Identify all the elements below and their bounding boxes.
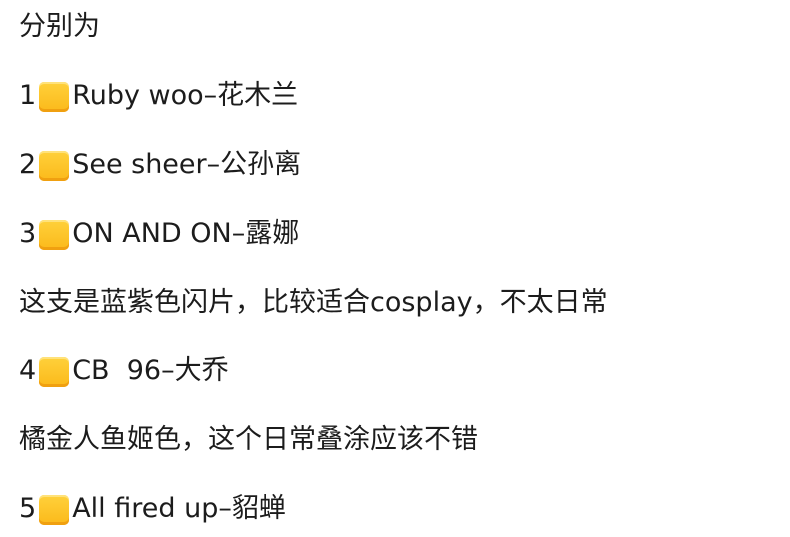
item-number: 3 (19, 218, 37, 249)
list-item-5: 5 All fired up–貂蝉 (19, 489, 286, 529)
list-item-3: 3 ON AND ON–露娜 (19, 214, 299, 254)
orange-square-icon (39, 220, 70, 250)
description-text: 橘金人鱼姬色，这个日常叠涂应该不错 (19, 424, 478, 455)
item-number: 4 (19, 355, 37, 386)
orange-square-icon (39, 357, 70, 387)
intro-text: 分别为 (19, 11, 100, 42)
item-text: CB 96–大乔 (72, 355, 229, 386)
orange-square-icon (39, 495, 70, 525)
intro-line: 分别为 (19, 7, 100, 47)
item-text: See sheer–公孙离 (72, 149, 302, 180)
item-text: Ruby woo–花木兰 (72, 80, 299, 111)
orange-square-icon (39, 151, 70, 181)
description-line-1: 这支是蓝紫色闪片，比较适合cosplay，不太日常 (19, 283, 608, 323)
description-line-2: 橘金人鱼姬色，这个日常叠涂应该不错 (19, 420, 478, 460)
orange-square-icon (39, 82, 70, 112)
item-text: All fired up–貂蝉 (72, 493, 286, 524)
item-number: 2 (19, 149, 37, 180)
item-text: ON AND ON–露娜 (72, 218, 300, 249)
list-item-1: 1 Ruby woo–花木兰 (19, 76, 298, 116)
item-number: 1 (19, 80, 37, 111)
item-number: 5 (19, 493, 37, 524)
list-item-2: 2 See sheer–公孙离 (19, 145, 301, 185)
description-text: 这支是蓝紫色闪片，比较适合cosplay，不太日常 (19, 287, 608, 318)
list-item-4: 4 CB 96–大乔 (19, 351, 229, 391)
